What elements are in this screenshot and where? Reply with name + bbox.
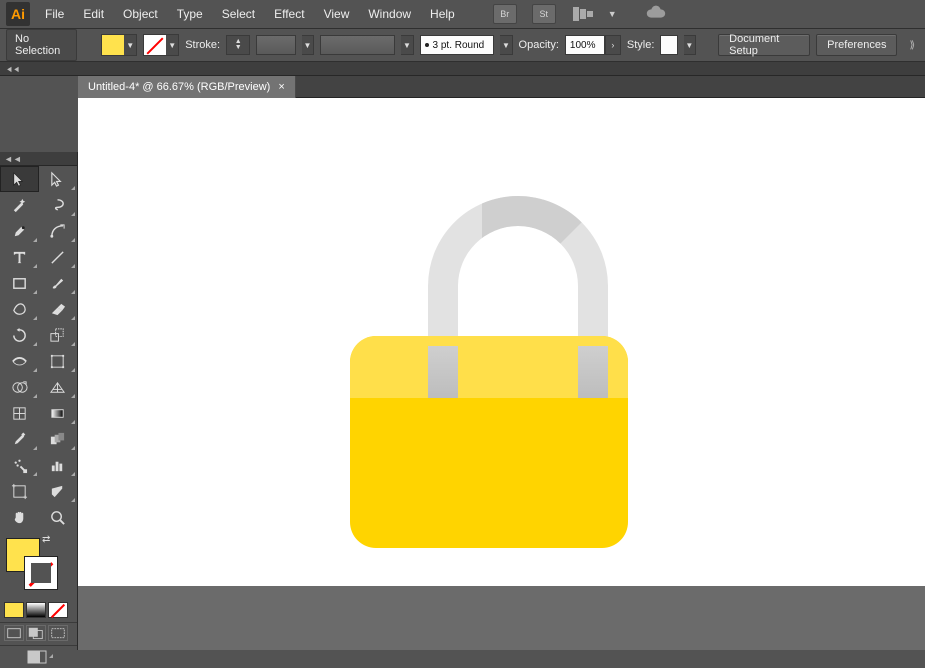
rotate-tool[interactable] bbox=[0, 322, 39, 348]
line-tool[interactable] bbox=[39, 244, 78, 270]
direct-selection-tool[interactable] bbox=[39, 166, 78, 192]
fill-color-button[interactable]: ▼ bbox=[101, 34, 137, 56]
brush-dot-icon bbox=[425, 43, 429, 47]
control-bar: No Selection ▼ ▼ Stroke: ▲▼ ▼ ▼ 3 pt. Ro… bbox=[0, 28, 925, 62]
screen-mode-button[interactable] bbox=[0, 645, 77, 668]
stroke-indicator[interactable] bbox=[24, 556, 58, 590]
workspace: ◄◄ ⇄ Untitled-4* @ 66.67% (RGB/Preview) … bbox=[0, 76, 925, 650]
paintbrush-tool[interactable] bbox=[39, 270, 78, 296]
color-mode-color[interactable] bbox=[4, 602, 24, 618]
arrange-documents-button[interactable] bbox=[573, 6, 595, 22]
menu-window[interactable]: Window bbox=[364, 4, 415, 24]
fill-swatch bbox=[102, 35, 124, 55]
document-tab-title: Untitled-4* @ 66.67% (RGB/Preview) bbox=[88, 81, 270, 93]
hand-tool[interactable] bbox=[0, 504, 39, 530]
shaper-tool[interactable] bbox=[0, 296, 39, 322]
opacity-label: Opacity: bbox=[519, 39, 559, 51]
pen-tool[interactable] bbox=[0, 218, 39, 244]
menu-view[interactable]: View bbox=[320, 4, 354, 24]
document-tab-strip: Untitled-4* @ 66.67% (RGB/Preview) × bbox=[78, 76, 925, 98]
curvature-tool[interactable] bbox=[39, 218, 78, 244]
menu-effect[interactable]: Effect bbox=[270, 4, 308, 24]
stroke-weight-stepper[interactable]: ▲▼ bbox=[226, 35, 250, 55]
chevron-down-icon: ▼ bbox=[166, 35, 178, 55]
draw-inside[interactable] bbox=[48, 625, 68, 641]
tools-panel: ◄◄ ⇄ bbox=[0, 152, 78, 650]
menu-select[interactable]: Select bbox=[218, 4, 259, 24]
brush-definition-label: 3 pt. Round bbox=[433, 40, 485, 51]
menu-bar: Ai File Edit Object Type Select Effect V… bbox=[0, 0, 925, 28]
graphic-style-swatch[interactable] bbox=[660, 35, 677, 55]
dock-collapse-strip[interactable]: ◄◄ bbox=[0, 62, 925, 76]
shape-builder-tool[interactable] bbox=[0, 374, 39, 400]
control-overflow-icon[interactable]: ⟫ bbox=[909, 40, 915, 51]
stroke-profile-field[interactable] bbox=[320, 35, 395, 55]
preferences-button[interactable]: Preferences bbox=[816, 34, 897, 56]
rectangle-tool[interactable] bbox=[0, 270, 39, 296]
stroke-color-button[interactable]: ▼ bbox=[143, 34, 179, 56]
app-logo: Ai bbox=[6, 2, 30, 26]
stroke-label: Stroke: bbox=[185, 39, 220, 51]
document-tab[interactable]: Untitled-4* @ 66.67% (RGB/Preview) × bbox=[78, 76, 296, 98]
color-mode-none[interactable] bbox=[48, 602, 68, 618]
slice-tool[interactable] bbox=[39, 478, 78, 504]
arrange-documents-caret[interactable]: ▼ bbox=[608, 9, 617, 19]
brush-definition-dropdown[interactable]: ▼ bbox=[500, 35, 512, 55]
menu-edit[interactable]: Edit bbox=[79, 4, 108, 24]
close-tab-icon[interactable]: × bbox=[278, 81, 284, 93]
column-graph-tool[interactable] bbox=[39, 452, 78, 478]
eyedropper-tool[interactable] bbox=[0, 426, 39, 452]
eraser-tool[interactable] bbox=[39, 296, 78, 322]
type-tool[interactable] bbox=[0, 244, 39, 270]
menu-file[interactable]: File bbox=[41, 4, 68, 24]
chevron-down-icon: ▼ bbox=[124, 35, 136, 55]
artboard-tool[interactable] bbox=[0, 478, 39, 504]
width-tool[interactable] bbox=[0, 348, 39, 374]
magic-wand-tool[interactable] bbox=[0, 192, 39, 218]
stroke-profile-dropdown[interactable]: ▼ bbox=[401, 35, 413, 55]
opacity-dropdown[interactable]: › bbox=[605, 35, 621, 55]
menu-type[interactable]: Type bbox=[173, 4, 207, 24]
zoom-tool[interactable] bbox=[39, 504, 78, 530]
menu-help[interactable]: Help bbox=[426, 4, 459, 24]
color-mode-row bbox=[0, 600, 77, 620]
selection-tool[interactable] bbox=[0, 166, 39, 192]
document-setup-button[interactable]: Document Setup bbox=[718, 34, 810, 56]
stock-button[interactable]: St bbox=[532, 4, 556, 24]
canvas[interactable] bbox=[78, 98, 925, 586]
bridge-button[interactable]: Br bbox=[493, 4, 517, 24]
symbol-sprayer-tool[interactable] bbox=[0, 452, 39, 478]
blend-tool[interactable] bbox=[39, 426, 78, 452]
opacity-input[interactable]: 100% bbox=[565, 35, 605, 55]
gradient-tool[interactable] bbox=[39, 400, 78, 426]
lock-shackle-leg-left bbox=[428, 346, 458, 398]
graphic-style-dropdown[interactable]: ▼ bbox=[684, 35, 696, 55]
draw-behind[interactable] bbox=[26, 625, 46, 641]
color-mode-gradient[interactable] bbox=[26, 602, 46, 618]
stroke-weight-dropdown[interactable]: ▼ bbox=[302, 35, 314, 55]
stroke-weight-field[interactable] bbox=[256, 35, 296, 55]
drawing-mode-row bbox=[0, 622, 77, 643]
lock-shackle-leg-right bbox=[578, 346, 608, 398]
style-label: Style: bbox=[627, 39, 655, 51]
fill-stroke-controls: ⇄ bbox=[0, 534, 77, 600]
swap-fill-stroke-icon[interactable]: ⇄ bbox=[42, 534, 50, 545]
perspective-grid-tool[interactable] bbox=[39, 374, 78, 400]
selection-status: No Selection bbox=[6, 29, 77, 61]
stroke-swatch-none bbox=[144, 35, 166, 55]
tools-panel-collapse[interactable]: ◄◄ bbox=[0, 152, 77, 166]
lasso-tool[interactable] bbox=[39, 192, 78, 218]
draw-normal[interactable] bbox=[4, 625, 24, 641]
menu-object[interactable]: Object bbox=[119, 4, 162, 24]
free-transform-tool[interactable] bbox=[39, 348, 78, 374]
sync-settings-icon[interactable] bbox=[645, 4, 667, 25]
mesh-tool[interactable] bbox=[0, 400, 39, 426]
pasteboard[interactable] bbox=[78, 586, 925, 650]
brush-definition-field[interactable]: 3 pt. Round bbox=[420, 35, 495, 55]
scale-tool[interactable] bbox=[39, 322, 78, 348]
